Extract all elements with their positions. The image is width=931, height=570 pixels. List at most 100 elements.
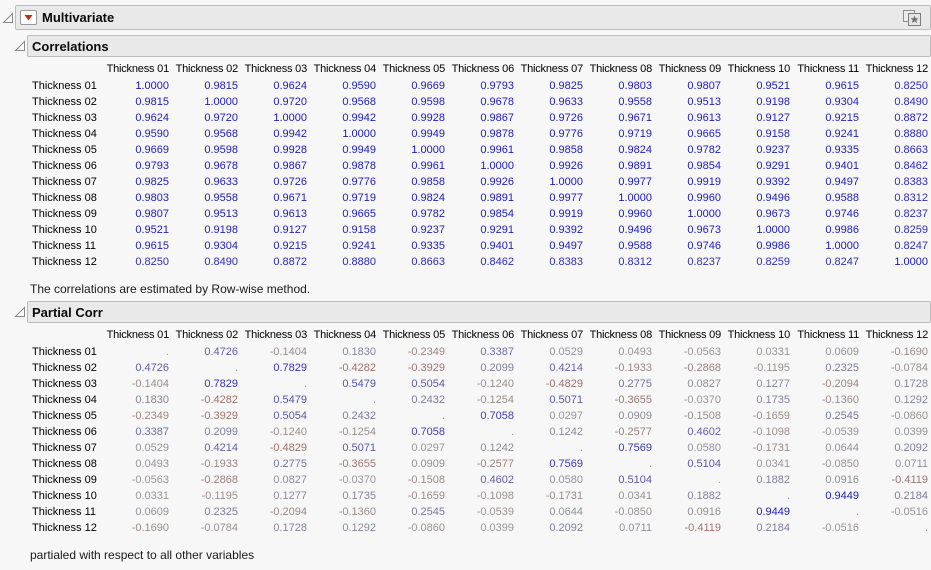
partial-corr-outline-row: Partial Corr — [14, 301, 931, 323]
correlation-cell: 1.0000 — [273, 112, 307, 124]
partial-correlation-cell: 0.2099 — [480, 362, 514, 374]
correlation-cell: 0.9392 — [756, 176, 790, 188]
correlation-cell: 0.9669 — [135, 144, 169, 156]
partial-correlation-cell: -0.1659 — [407, 490, 445, 502]
disclosure-open-icon[interactable] — [14, 40, 26, 52]
partial-correlation-cell: -0.1195 — [201, 490, 239, 502]
correlations-table: Thickness 01 Thickness 02 Thickness 03 Thic… — [0, 61, 931, 270]
partial-correlation-cell: -0.0563 — [131, 474, 169, 486]
table-row: Thickness 11 0.9615 0.9304 0.9215 0.9241 0.93… — [0, 238, 931, 254]
correlation-cell: 0.9678 — [204, 160, 238, 172]
partial-correlation-cell: . — [924, 522, 928, 534]
partial-correlation-cell: . — [855, 506, 859, 518]
row-label: Thickness 07 — [32, 442, 97, 454]
partial-corr-titlebar[interactable]: Partial Corr — [27, 301, 931, 323]
row-label: Thickness 08 — [32, 192, 97, 204]
row-label: Thickness 03 — [32, 112, 97, 124]
partial-correlation-cell: -0.1933 — [200, 458, 238, 470]
partial-correlation-cell: -0.0850 — [821, 458, 859, 470]
partial-corr-table: Thickness 01 Thickness 02 Thickness 03 Thic… — [0, 327, 931, 536]
correlation-cell: 0.9335 — [411, 240, 445, 252]
column-header: Thickness 05 — [382, 63, 446, 75]
partial-correlation-cell: 0.2432 — [342, 410, 376, 422]
column-header: Thickness 05 — [382, 329, 446, 341]
table-row: Thickness 06 0.3387 0.2099 -0.1240 -0.1254 0.… — [0, 424, 931, 440]
partial-correlation-cell: . — [648, 458, 652, 470]
correlation-cell: 0.9858 — [411, 176, 445, 188]
correlation-cell: 1.0000 — [756, 224, 790, 236]
correlation-cell: 0.9496 — [756, 192, 790, 204]
partial-correlation-cell: -0.0539 — [476, 506, 514, 518]
column-header: Thickness 10 — [727, 63, 791, 75]
correlation-cell: 0.9558 — [618, 96, 652, 108]
multivariate-outline-row: Multivariate — [2, 5, 931, 30]
correlation-cell: 0.8490 — [204, 256, 238, 268]
correlation-cell: 0.9669 — [411, 80, 445, 92]
partial-correlation-cell: -0.0563 — [683, 346, 721, 358]
correlation-cell: 0.9613 — [687, 112, 721, 124]
correlation-cell: 0.8663 — [411, 256, 445, 268]
partial-correlation-cell: 0.5104 — [618, 474, 652, 486]
table-row: Thickness 09 -0.0563 -0.2868 0.0827 -0.0370 -… — [0, 472, 931, 488]
partial-correlation-cell: 0.0711 — [619, 522, 652, 534]
table-row: Thickness 11 0.0609 0.2325 -0.2094 -0.1360 0.… — [0, 504, 931, 520]
table-row: Thickness 08 0.0493 -0.1933 0.2775 -0.3655 0.… — [0, 456, 931, 472]
correlation-cell: 1.0000 — [411, 144, 445, 156]
correlation-cell: 0.9854 — [687, 160, 721, 172]
disclosure-open-icon[interactable] — [14, 306, 26, 318]
row-label: Thickness 06 — [32, 160, 97, 172]
correlation-cell: 0.9304 — [825, 96, 859, 108]
column-header: Thickness 11 — [797, 329, 859, 341]
partial-corr-note: partialed with respect to all other vari… — [30, 548, 255, 562]
correlations-titlebar[interactable]: Correlations — [27, 35, 931, 57]
partial-correlation-cell: -0.0850 — [614, 506, 652, 518]
correlation-cell: 0.9392 — [549, 224, 583, 236]
correlation-cell: 0.9824 — [618, 144, 652, 156]
row-label: Thickness 02 — [32, 362, 97, 374]
correlation-cell: 0.8880 — [894, 128, 928, 140]
correlation-cell: 1.0000 — [894, 256, 928, 268]
correlation-cell: 0.9726 — [273, 176, 307, 188]
correlation-cell: 0.8312 — [618, 256, 652, 268]
partial-correlation-cell: 0.0297 — [411, 442, 445, 454]
disclosure-open-icon[interactable] — [2, 11, 14, 24]
partial-correlation-cell: -0.0860 — [890, 410, 928, 422]
correlation-cell: 0.9858 — [549, 144, 583, 156]
table-row: Thickness 12 0.8250 0.8490 0.8872 0.8880 0.86… — [0, 254, 931, 270]
correlation-cell: 0.9615 — [135, 240, 169, 252]
row-label: Thickness 05 — [32, 410, 97, 422]
partial-correlation-cell: -0.1933 — [614, 362, 652, 374]
partial-correlation-cell: -0.1659 — [752, 410, 790, 422]
correlations-note: The correlations are estimated by Row-wi… — [30, 282, 311, 296]
correlation-cell: 0.8462 — [894, 160, 928, 172]
correlation-cell: 0.9746 — [687, 240, 721, 252]
column-header: Thickness 01 — [106, 63, 170, 75]
column-header: Thickness 04 — [313, 63, 377, 75]
correlation-cell: 0.9815 — [204, 80, 238, 92]
correlation-cell: 0.9513 — [687, 96, 721, 108]
partial-correlation-cell: -0.0860 — [407, 522, 445, 534]
partial-correlation-cell: 0.2092 — [894, 442, 928, 454]
partial-correlation-cell: 0.9449 — [756, 506, 790, 518]
report-windows-icon[interactable] — [902, 9, 922, 27]
correlation-cell: 0.9158 — [756, 128, 790, 140]
table-row: Thickness 12 -0.1690 -0.0784 0.1728 0.1292 -0… — [0, 520, 931, 536]
row-label: Thickness 11 — [32, 240, 96, 252]
partial-correlation-cell: -0.1404 — [131, 378, 169, 390]
partial-correlation-cell: 0.5479 — [273, 394, 307, 406]
correlation-cell: 0.9633 — [204, 176, 238, 188]
row-label: Thickness 09 — [32, 208, 97, 220]
partial-correlation-cell: 0.3387 — [480, 346, 514, 358]
partial-correlation-cell: -0.1360 — [338, 506, 376, 518]
partial-correlation-cell: . — [303, 378, 307, 390]
correlation-cell: 0.9237 — [756, 144, 790, 156]
correlation-cell: 0.9949 — [342, 144, 376, 156]
partial-correlation-cell: 0.4214 — [549, 362, 583, 374]
table-row: Thickness 07 0.0529 0.4214 -0.4829 0.5071 0.0… — [0, 440, 931, 456]
red-triangle-menu-button[interactable] — [20, 10, 37, 25]
correlation-cell: 0.9513 — [204, 208, 238, 220]
correlation-cell: 0.9919 — [549, 208, 583, 220]
partial-correlation-cell: 0.1882 — [687, 490, 721, 502]
partial-correlation-cell: 0.0341 — [618, 490, 652, 502]
multivariate-titlebar[interactable]: Multivariate — [15, 5, 931, 30]
